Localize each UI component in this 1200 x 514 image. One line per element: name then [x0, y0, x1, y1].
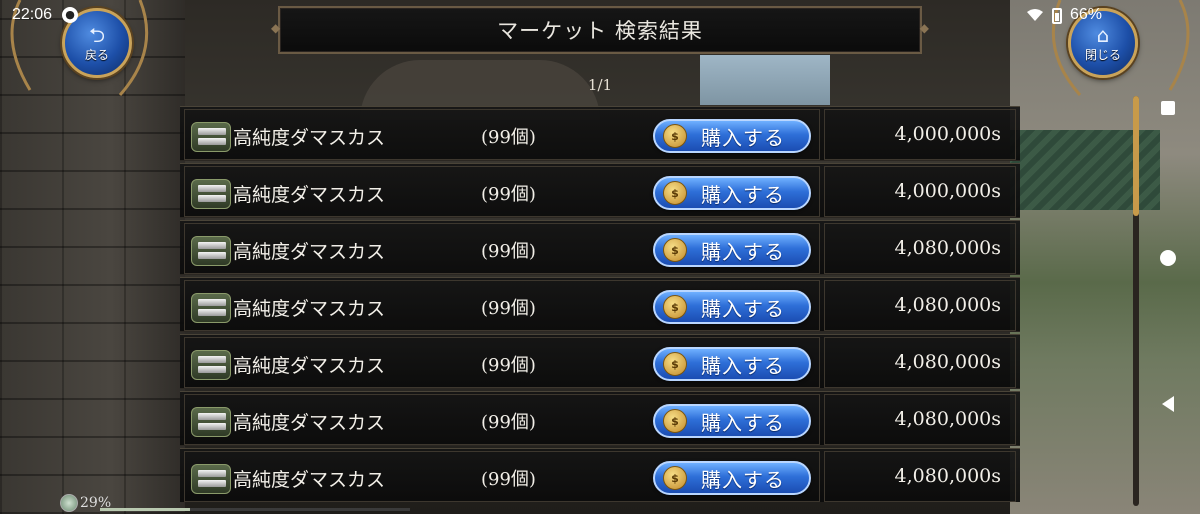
- coin-icon: $: [663, 238, 687, 262]
- list-item: 高純度ダマスカス (99個) $ 購入する 4,000,000s: [180, 163, 1020, 218]
- item-name: 高純度ダマスカス: [233, 127, 386, 149]
- back-button-label: 戻る: [84, 47, 109, 62]
- gem-icon: [60, 494, 78, 512]
- buy-button[interactable]: $ 購入する: [653, 176, 811, 210]
- price-cell: 4,000,000s: [824, 166, 1016, 217]
- item-price: 4,080,000s: [894, 294, 1001, 316]
- item-price: 4,080,000s: [894, 351, 1001, 373]
- sky-patch: [700, 55, 830, 105]
- item-quantity: (99個): [481, 355, 536, 376]
- item-quantity: (99個): [481, 184, 536, 205]
- coin-icon: $: [663, 409, 687, 433]
- ingot-icon: [191, 179, 231, 209]
- coin-icon: $: [663, 124, 687, 148]
- back-nav-button[interactable]: [1150, 386, 1186, 422]
- progress-bar-fill: [100, 508, 190, 511]
- price-cell: 4,080,000s: [824, 337, 1016, 388]
- price-cell: 4,080,000s: [824, 394, 1016, 445]
- item-quantity: (99個): [481, 298, 536, 319]
- list-item: 高純度ダマスカス (99個) $ 購入する 4,080,000s: [180, 448, 1020, 502]
- recents-button[interactable]: [1150, 90, 1186, 126]
- coin-icon: $: [663, 181, 687, 205]
- status-bar: 22:06 ● 66%: [0, 0, 1200, 34]
- list-scrollbar[interactable]: [1133, 96, 1139, 506]
- buy-button-label: 購入する: [701, 125, 785, 150]
- price-cell: 4,000,000s: [824, 109, 1016, 160]
- list-item: 高純度ダマスカス (99個) $ 購入する 4,080,000s: [180, 277, 1020, 332]
- square-icon: [1161, 101, 1175, 115]
- ingot-icon: [191, 464, 231, 494]
- item-name: 高純度ダマスカス: [233, 298, 386, 320]
- list-item: 高純度ダマスカス (99個) $ 購入する 4,080,000s: [180, 220, 1020, 275]
- buy-button-label: 購入する: [701, 182, 785, 207]
- coin-icon: $: [663, 466, 687, 490]
- circle-icon: [1160, 250, 1176, 266]
- battery-level: 66%: [1070, 6, 1103, 23]
- buy-button[interactable]: $ 購入する: [653, 119, 811, 153]
- buy-button[interactable]: $ 購入する: [653, 461, 811, 495]
- item-quantity: (99個): [481, 241, 536, 262]
- item-cell: 高純度ダマスカス (99個) $ 購入する: [184, 394, 820, 445]
- item-price: 4,000,000s: [894, 180, 1001, 202]
- buy-button-label: 購入する: [701, 239, 785, 264]
- item-quantity: (99個): [481, 127, 536, 148]
- buy-button[interactable]: $ 購入する: [653, 404, 811, 438]
- item-name: 高純度ダマスカス: [233, 184, 386, 206]
- wifi-icon: [1027, 9, 1043, 21]
- triangle-back-icon: [1162, 396, 1174, 412]
- home-nav-button[interactable]: [1150, 240, 1186, 276]
- ingot-icon: [191, 350, 231, 380]
- price-cell: 4,080,000s: [824, 451, 1016, 502]
- item-price: 4,080,000s: [894, 465, 1001, 487]
- item-name: 高純度ダマスカス: [233, 412, 386, 434]
- item-cell: 高純度ダマスカス (99個) $ 購入する: [184, 337, 820, 388]
- item-name: 高純度ダマスカス: [233, 469, 386, 491]
- list-item: 高純度ダマスカス (99個) $ 購入する 4,000,000s: [180, 106, 1020, 161]
- close-button-label: 閉じる: [1084, 47, 1121, 62]
- item-price: 4,080,000s: [894, 408, 1001, 430]
- buy-button-label: 購入する: [701, 353, 785, 378]
- scroll-thumb[interactable]: [1133, 96, 1139, 216]
- battery-icon: [1052, 8, 1062, 24]
- buy-button-label: 購入する: [701, 296, 785, 321]
- item-cell: 高純度ダマスカス (99個) $ 購入する: [184, 280, 820, 331]
- buy-button-label: 購入する: [701, 410, 785, 435]
- item-quantity: (99個): [481, 412, 536, 433]
- item-price: 4,000,000s: [894, 123, 1001, 145]
- ingot-icon: [191, 236, 231, 266]
- price-cell: 4,080,000s: [824, 280, 1016, 331]
- buy-button[interactable]: $ 購入する: [653, 233, 811, 267]
- ingot-icon: [191, 122, 231, 152]
- item-cell: 高純度ダマスカス (99個) $ 購入する: [184, 451, 820, 502]
- price-cell: 4,080,000s: [824, 223, 1016, 274]
- page-indicator: 1/1: [587, 76, 613, 94]
- item-price: 4,080,000s: [894, 237, 1001, 259]
- item-cell: 高純度ダマスカス (99個) $ 購入する: [184, 166, 820, 217]
- item-cell: 高純度ダマスカス (99個) $ 購入する: [184, 223, 820, 274]
- coin-icon: $: [663, 295, 687, 319]
- buy-button-label: 購入する: [701, 467, 785, 492]
- market-results-list: 高純度ダマスカス (99個) $ 購入する 4,000,000s 高純度ダマスカ…: [180, 106, 1020, 502]
- item-cell: 高純度ダマスカス (99個) $ 購入する: [184, 109, 820, 160]
- buy-button[interactable]: $ 購入する: [653, 290, 811, 324]
- list-item: 高純度ダマスカス (99個) $ 購入する 4,080,000s: [180, 391, 1020, 446]
- status-time: 22:06: [12, 6, 53, 23]
- item-quantity: (99個): [481, 469, 536, 490]
- ingot-icon: [191, 293, 231, 323]
- ingot-icon: [191, 407, 231, 437]
- item-name: 高純度ダマスカス: [233, 241, 386, 263]
- progress-bar: [100, 508, 410, 511]
- list-item: 高純度ダマスカス (99個) $ 購入する 4,080,000s: [180, 334, 1020, 389]
- notification-icon: ●: [62, 7, 78, 23]
- coin-icon: $: [663, 352, 687, 376]
- item-name: 高純度ダマスカス: [233, 355, 386, 377]
- buy-button[interactable]: $ 購入する: [653, 347, 811, 381]
